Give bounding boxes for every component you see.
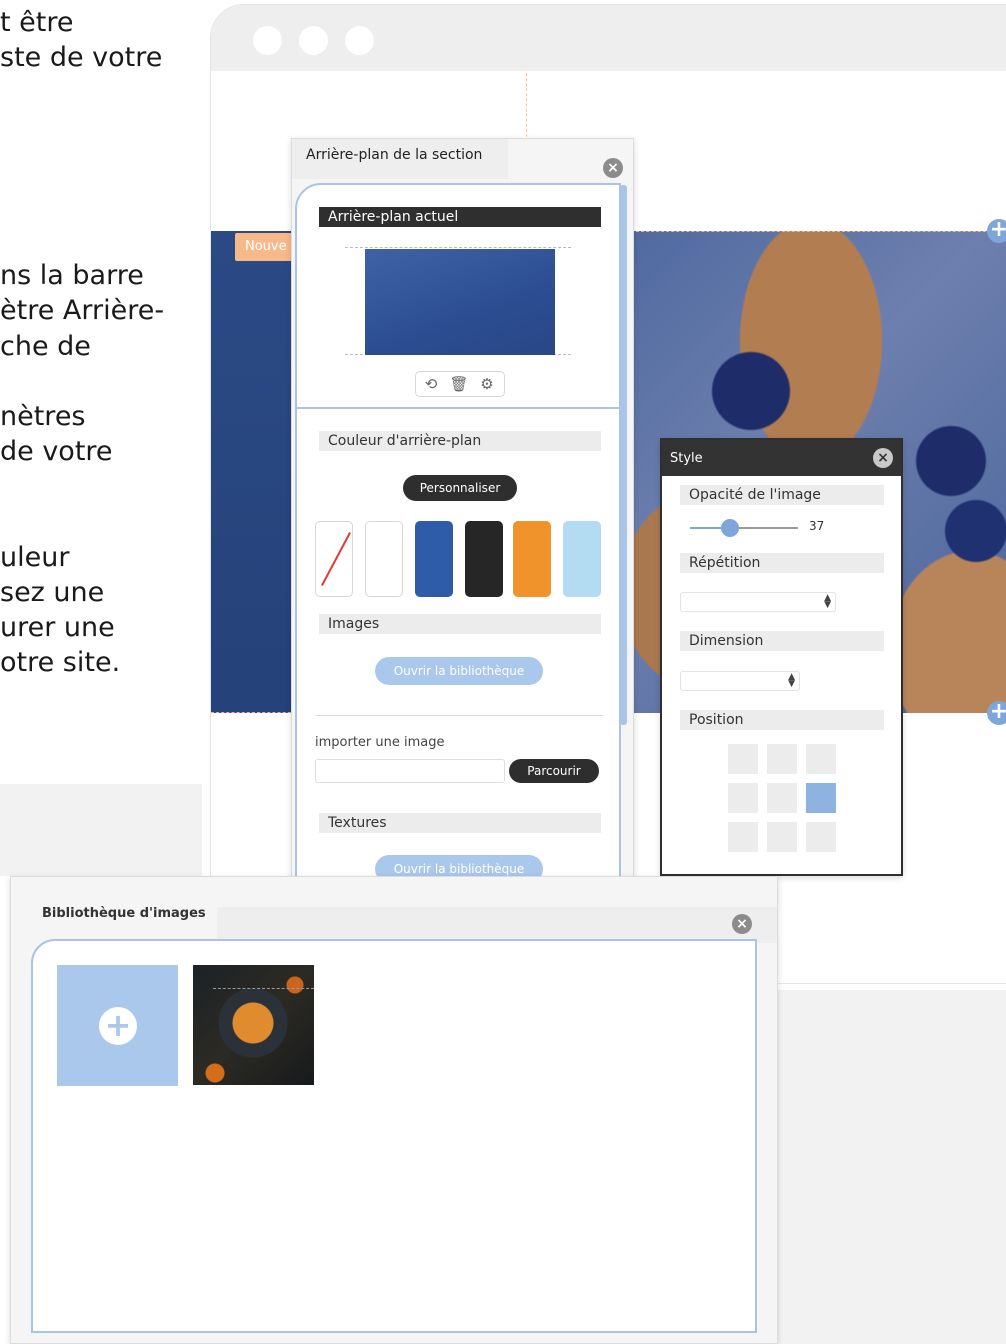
upload-image-button[interactable]: +	[57, 965, 178, 1086]
instruction-line: ste de votre	[0, 42, 163, 73]
library-image-thumb[interactable]	[193, 965, 314, 1085]
style-panel-header: Style ×	[662, 440, 901, 476]
background-block	[0, 784, 202, 876]
section-background-panel: Arrière-plan de la section × Arrière-pla…	[291, 138, 634, 908]
library-title: Bibliothèque d'images	[42, 906, 206, 921]
open-library-button[interactable]: Ouvrir la bibliothèque	[375, 657, 543, 685]
position-middle-left[interactable]	[728, 783, 758, 813]
close-icon[interactable]: ×	[873, 448, 893, 468]
swatch-light-blue[interactable]	[563, 521, 601, 597]
background-block	[778, 990, 1006, 1344]
divider	[297, 407, 619, 409]
instruction-line: de votre	[0, 436, 113, 467]
opacity-label: Opacité de l'image	[680, 485, 884, 505]
window-dot-icon	[253, 26, 282, 55]
position-top-center[interactable]	[767, 744, 797, 774]
select-caret-icon: ▲ ▼	[788, 672, 795, 689]
position-top-right[interactable]	[806, 744, 836, 774]
select-caret-icon: ▲ ▼	[824, 593, 831, 610]
style-panel-title: Style	[670, 451, 703, 466]
position-middle-right[interactable]	[806, 783, 836, 813]
textures-section-label: Textures	[319, 813, 601, 833]
position-label: Position	[680, 710, 884, 730]
browse-button[interactable]: Parcourir	[509, 759, 599, 783]
restore-icon[interactable]: ⟲	[418, 374, 444, 394]
instruction-line: urer une	[0, 612, 115, 643]
preview-toolbar: ⟲ 🗑 ⚙	[415, 371, 505, 397]
instruction-line: ns la barre	[0, 260, 144, 291]
position-bottom-left[interactable]	[728, 822, 758, 852]
instruction-line: sez une	[0, 577, 105, 608]
images-section-label: Images	[319, 614, 601, 634]
position-top-left[interactable]	[728, 744, 758, 774]
position-bottom-right[interactable]	[806, 822, 836, 852]
swatch-none[interactable]	[315, 521, 353, 597]
customize-button[interactable]: Personnaliser	[403, 475, 517, 501]
opacity-slider[interactable]	[690, 519, 798, 537]
instruction-line: che de	[0, 331, 91, 362]
new-badge[interactable]: Nouve	[235, 233, 295, 261]
instruction-line: t être	[0, 7, 74, 38]
current-background-preview	[365, 249, 555, 355]
thumb-overlay	[213, 965, 314, 989]
section-boundary	[631, 231, 1006, 232]
dimension-select[interactable]: ▲ ▼	[680, 671, 800, 691]
instruction-line: uleur	[0, 542, 70, 573]
window-dot-icon	[345, 26, 374, 55]
panel-body: Arrière-plan actuel ⟲ 🗑 ⚙ Couleur d'arri…	[295, 183, 621, 907]
trash-icon[interactable]: 🗑	[446, 374, 472, 394]
close-icon[interactable]: ×	[603, 158, 623, 178]
position-bottom-center[interactable]	[767, 822, 797, 852]
plus-icon: +	[99, 1007, 137, 1045]
swatch-white[interactable]	[365, 521, 403, 597]
swatch-blue[interactable]	[415, 521, 453, 597]
library-body: +	[31, 939, 757, 1333]
style-panel: Style × Opacité de l'image 37 Répétition…	[660, 438, 903, 876]
divider	[315, 715, 603, 716]
dimension-label: Dimension	[680, 631, 884, 651]
browser-titlebar	[211, 5, 1006, 71]
instruction-line: ètre Arrière-	[0, 295, 165, 326]
swatch-black[interactable]	[465, 521, 503, 597]
hero-section-left[interactable]	[211, 231, 301, 713]
opacity-value: 37	[809, 519, 825, 533]
import-label: importer une image	[315, 735, 445, 750]
position-middle-center[interactable]	[767, 783, 797, 813]
scrollbar[interactable]	[620, 185, 627, 725]
slider-handle[interactable]	[720, 519, 739, 537]
swatch-orange[interactable]	[513, 521, 551, 597]
instruction-line: otre site.	[0, 647, 121, 678]
instruction-line: nètres	[0, 401, 86, 432]
add-section-icon[interactable]: +	[987, 219, 1006, 243]
current-background-label: Arrière-plan actuel	[319, 207, 601, 227]
repeat-label: Répétition	[680, 553, 884, 573]
panel-title: Arrière-plan de la section	[306, 147, 483, 163]
repeat-select[interactable]: ▲ ▼	[680, 592, 836, 612]
image-library-panel: Bibliothèque d'images × +	[10, 876, 778, 1344]
color-section-label: Couleur d'arrière-plan	[319, 431, 601, 451]
close-icon[interactable]: ×	[732, 914, 752, 934]
gear-icon[interactable]: ⚙	[474, 374, 500, 394]
file-input[interactable]	[315, 759, 505, 783]
window-dot-icon	[299, 26, 328, 55]
library-header	[217, 907, 777, 943]
add-section-icon[interactable]: +	[987, 701, 1006, 725]
